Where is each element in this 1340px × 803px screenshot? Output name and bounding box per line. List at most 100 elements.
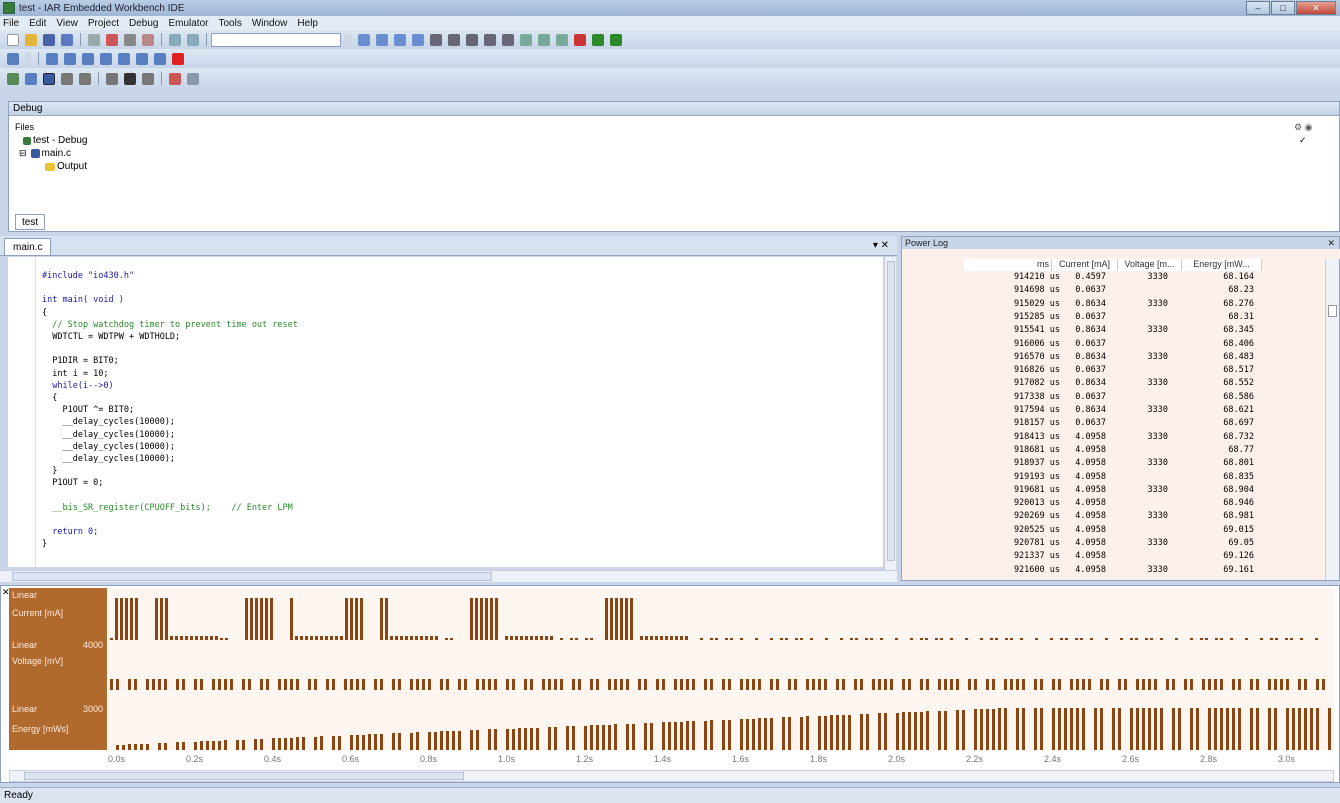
power-log-icon[interactable]: [7, 72, 19, 85]
find-next-icon[interactable]: [358, 33, 370, 46]
close-power-log-icon[interactable]: ✕: [1327, 238, 1335, 249]
editor-scroll-thumb[interactable]: [887, 261, 895, 561]
code-line[interactable]: __delay_cycles(10000);: [42, 417, 175, 428]
breakpoint-usage-icon[interactable]: [169, 72, 181, 85]
replace-icon[interactable]: [412, 33, 424, 46]
power-log-row[interactable]: 920013 us 4.0958 68.946: [902, 498, 1322, 508]
power-log-row[interactable]: 918681 us 4.0958 68.77: [902, 445, 1322, 455]
navigate-back-icon[interactable]: [484, 33, 496, 46]
tree-item-output[interactable]: Output: [45, 161, 87, 172]
power-log-scroll-thumb[interactable]: [1328, 305, 1337, 317]
code-line[interactable]: P1OUT = 0;: [42, 478, 103, 489]
power-log-row[interactable]: 916006 us 0.0637 68.406: [902, 339, 1322, 349]
power-log-row[interactable]: 918937 us 4.0958 3330 68.801: [902, 458, 1322, 468]
power-log-row[interactable]: 915285 us 0.0637 68.31: [902, 312, 1322, 322]
editor-tab-main[interactable]: main.c: [4, 238, 52, 255]
stop-debugging-icon[interactable]: [172, 52, 184, 65]
code-line[interactable]: __bis_SR_register(CPUOFF_bits); // Enter…: [42, 503, 293, 514]
timeline-icon[interactable]: [43, 72, 55, 85]
compile-icon[interactable]: [520, 33, 532, 46]
function-profiler-icon[interactable]: [61, 72, 73, 85]
menu-file[interactable]: File: [3, 18, 19, 29]
collapse-icon[interactable]: ⊟: [19, 148, 27, 159]
code-line[interactable]: #include "io430.h": [42, 271, 134, 282]
menu-window[interactable]: Window: [252, 18, 288, 29]
code-line[interactable]: WDTCTL = WDTPW + WDTHOLD;: [42, 332, 180, 343]
column-energy[interactable]: Energy [mW...: [1182, 259, 1262, 271]
menu-edit[interactable]: Edit: [29, 18, 46, 29]
code-line[interactable]: __delay_cycles(10000);: [42, 442, 175, 453]
track-current-label[interactable]: Linear Current [mA]: [9, 588, 107, 640]
power-log-row[interactable]: 915029 us 0.8634 3330 68.276: [902, 299, 1322, 309]
code-line[interactable]: {: [42, 308, 47, 319]
code-line[interactable]: int main( void ): [42, 295, 124, 306]
interrupt-icon[interactable]: [187, 72, 199, 85]
power-log-row[interactable]: 915541 us 0.8634 3330 68.345: [902, 325, 1322, 335]
reset-icon[interactable]: [7, 52, 19, 65]
power-log-row[interactable]: 917594 us 0.8634 3330 68.621: [902, 405, 1322, 415]
power-log-row[interactable]: 921600 us 4.0958 3330 69.161: [902, 565, 1322, 575]
power-log-row[interactable]: 920781 us 4.0958 3330 69.05: [902, 538, 1322, 548]
menu-help[interactable]: Help: [297, 18, 318, 29]
close-button[interactable]: ✕: [1296, 1, 1336, 15]
debug-without-download-icon[interactable]: [610, 33, 622, 46]
power-log-row[interactable]: 916570 us 0.8634 3330 68.483: [902, 352, 1322, 362]
editor-horizontal-scrollbar[interactable]: [0, 570, 897, 582]
download-debug-icon[interactable]: [592, 33, 604, 46]
menu-emulator[interactable]: Emulator: [168, 18, 208, 29]
find-in-files-icon[interactable]: [394, 33, 406, 46]
step-out-icon[interactable]: [100, 52, 112, 65]
code-editor[interactable]: #include "io430.h" int main( void ) { // S…: [8, 257, 883, 567]
editor-hscroll-thumb[interactable]: [12, 572, 492, 581]
find-prev-icon[interactable]: [376, 33, 388, 46]
power-log-row[interactable]: 920525 us 4.0958 69.015: [902, 525, 1322, 535]
save-icon[interactable]: [43, 33, 55, 46]
minimize-button[interactable]: –: [1246, 1, 1270, 15]
power-log-row[interactable]: 916826 us 0.0637 68.517: [902, 365, 1322, 375]
power-log-row[interactable]: 914210 us 0.4597 3330 68.164: [902, 272, 1322, 282]
make-icon[interactable]: [538, 33, 550, 46]
toggle-breakpoint-icon[interactable]: [574, 33, 586, 46]
new-file-icon[interactable]: [7, 33, 19, 46]
menu-tools[interactable]: Tools: [218, 18, 241, 29]
column-voltage[interactable]: Voltage [m...: [1118, 259, 1182, 271]
column-ms[interactable]: ms: [964, 259, 1052, 271]
timeline-scrollbar[interactable]: [9, 770, 1334, 782]
navigate-forward-icon[interactable]: [502, 33, 514, 46]
workspace-tab[interactable]: test: [15, 214, 46, 230]
track-voltage-label[interactable]: Linear 4000 Voltage [mV]: [9, 640, 107, 690]
power-log-row[interactable]: 919681 us 4.0958 3330 68.904: [902, 485, 1322, 495]
register-icon[interactable]: [142, 72, 154, 85]
next-statement-icon[interactable]: [118, 52, 130, 65]
power-log-row[interactable]: 918157 us 0.0637 68.697: [902, 418, 1322, 428]
run-to-cursor-icon[interactable]: [136, 52, 148, 65]
copy-icon[interactable]: [124, 33, 136, 46]
voltage-graph[interactable]: [108, 640, 1334, 690]
track-energy-label[interactable]: Linear 3000 Energy [mWs]: [9, 690, 107, 750]
trace-icon[interactable]: [106, 72, 118, 85]
menu-project[interactable]: Project: [88, 18, 119, 29]
step-into-icon[interactable]: [82, 52, 94, 65]
stop-build-icon[interactable]: [556, 33, 568, 46]
code-line[interactable]: __delay_cycles(10000);: [42, 430, 175, 441]
code-line[interactable]: P1OUT ^= BIT0;: [42, 405, 134, 416]
next-bookmark-icon[interactable]: [466, 33, 478, 46]
code-line[interactable]: int i = 10;: [42, 369, 108, 380]
find-combo[interactable]: [211, 32, 341, 47]
memory-icon[interactable]: [124, 72, 136, 85]
code-line[interactable]: P1DIR = BIT0;: [42, 356, 119, 367]
paste-icon[interactable]: [142, 33, 154, 46]
editor-vertical-scrollbar[interactable]: [884, 257, 896, 570]
code-line[interactable]: while(i-->0): [42, 381, 113, 392]
break-icon[interactable]: [46, 52, 58, 65]
power-log-row[interactable]: 917338 us 0.0637 68.586: [902, 392, 1322, 402]
close-editor-icon[interactable]: ▾ ✕: [873, 240, 889, 251]
step-over-icon[interactable]: [64, 52, 76, 65]
code-line[interactable]: return 0;: [42, 527, 98, 538]
state-storage-icon[interactable]: [25, 72, 37, 85]
save-all-icon[interactable]: [61, 33, 73, 46]
combo-arrow-icon[interactable]: [344, 33, 352, 46]
menu-view[interactable]: View: [56, 18, 78, 29]
code-line[interactable]: }: [42, 539, 47, 550]
power-log-row[interactable]: 920269 us 4.0958 3330 68.981: [902, 511, 1322, 521]
